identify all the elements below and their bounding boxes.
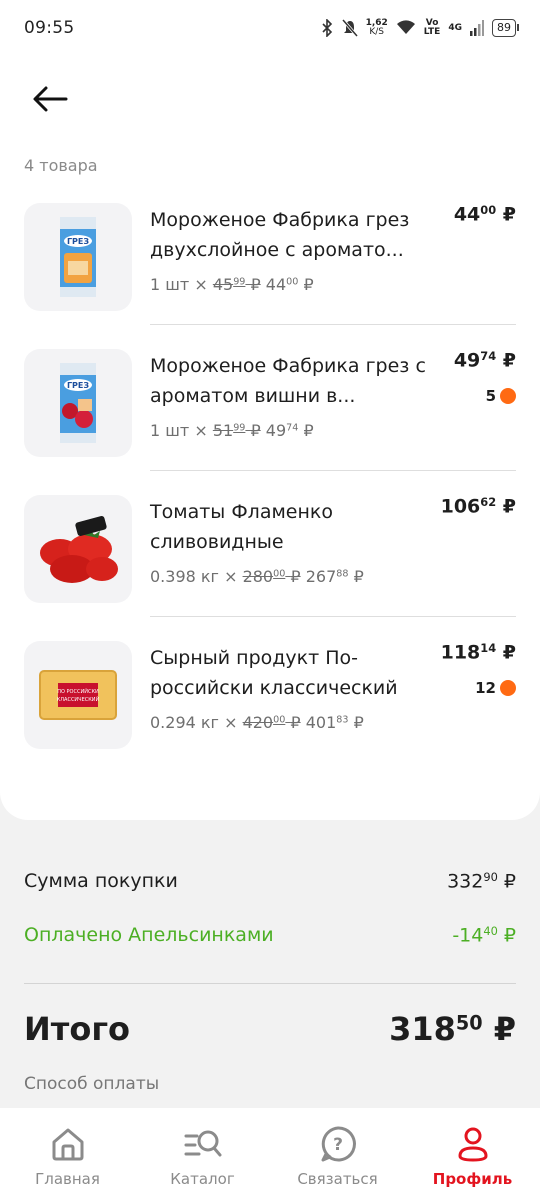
tab-profile[interactable]: Профиль xyxy=(405,1108,540,1200)
item-price: 11814 ₽ xyxy=(440,641,516,664)
order-card: 4 товара ГРЕЗ Мороженое Фабрика грез дву… xyxy=(0,56,540,820)
old-price: 4599 ₽ xyxy=(212,275,261,294)
help-icon: ? xyxy=(321,1126,356,1162)
old-price: 28000 ₽ xyxy=(242,567,301,586)
tab-catalog[interactable]: Каталог xyxy=(135,1108,270,1200)
status-icons: 1,62 K/S Vo LTE 4G 89 xyxy=(320,18,519,37)
item-quantity-line: 0.398 кг × 28000 ₽ 26788 ₽ xyxy=(150,567,364,586)
profile-icon xyxy=(457,1127,488,1162)
product-name: Томаты Фламенко сливовидные xyxy=(150,501,334,553)
bonus-badge: 5 xyxy=(486,387,516,405)
orange-bonus-icon xyxy=(500,680,516,696)
order-item[interactable]: ГРЕЗ Мороженое Фабрика грез двухслойное … xyxy=(24,203,516,349)
unit-price: 4400 ₽ xyxy=(265,275,314,294)
cheese-pack-icon: ПО РОССИЙСКИ КЛАССИЧЕСКИЙ xyxy=(39,670,117,720)
battery-icon: 89 xyxy=(492,19,519,37)
home-icon xyxy=(52,1128,83,1161)
tab-contact[interactable]: ? Связаться xyxy=(270,1108,405,1200)
bonus-badge: 12 xyxy=(475,679,516,697)
status-bar: 09:55 1,62 K/S Vo LTE 4G 89 xyxy=(0,0,540,56)
tab-home[interactable]: Главная xyxy=(0,1108,135,1200)
icecream-wrapper-icon: ГРЕЗ xyxy=(60,363,96,443)
old-price: 42000 ₽ xyxy=(242,713,301,732)
payment-method-label: Способ оплаты xyxy=(24,1074,160,1094)
total-label: Итого xyxy=(24,1010,131,1048)
orange-bonus-icon xyxy=(500,388,516,404)
icecream-wrapper-icon: ГРЕЗ xyxy=(60,217,96,297)
subtotal-row: Сумма покупки 33290 ₽ xyxy=(24,870,516,892)
subtotal-label: Сумма покупки xyxy=(24,870,178,892)
total-row: Итого 31850 ₽ xyxy=(24,1010,516,1048)
volte-indicator: Vo LTE xyxy=(423,18,441,37)
order-item[interactable]: ГРЕЗ Мороженое Фабрика грез с ароматом в… xyxy=(24,349,516,495)
tab-contact-label: Связаться xyxy=(297,1170,378,1188)
unit-price: 26788 ₽ xyxy=(305,567,364,586)
item-price: 10662 ₽ xyxy=(440,495,516,518)
item-quantity-line: 1 шт × 5199 ₽ 4974 ₽ xyxy=(150,421,314,440)
item-divider xyxy=(150,470,516,471)
tab-catalog-label: Каталог xyxy=(170,1170,235,1188)
back-arrow-icon[interactable] xyxy=(30,84,70,114)
svg-text:КЛАССИЧЕСКИЙ: КЛАССИЧЕСКИЙ xyxy=(57,696,100,703)
svg-text:ГРЕЗ: ГРЕЗ xyxy=(67,381,89,390)
svg-text:ГРЕЗ: ГРЕЗ xyxy=(67,237,89,246)
tab-profile-label: Профиль xyxy=(432,1170,513,1188)
unit-price: 40183 ₽ xyxy=(305,713,364,732)
item-quantity-line: 1 шт × 4599 ₽ 4400 ₽ xyxy=(150,275,314,294)
product-name: Мороженое Фабрика грез двухслойное с аро… xyxy=(150,209,410,261)
network-type: 4G xyxy=(448,22,462,33)
product-image-icecream-cherry: ГРЕЗ xyxy=(24,349,132,457)
paid-bonus-row: Оплачено Апельсинками -1440 ₽ xyxy=(24,924,516,946)
item-divider xyxy=(150,616,516,617)
catalog-search-icon xyxy=(184,1130,221,1157)
paid-bonus-value: -1440 ₽ xyxy=(452,924,516,947)
subtotal-value: 33290 ₽ xyxy=(447,870,516,893)
item-quantity-line: 0.294 кг × 42000 ₽ 40183 ₽ xyxy=(150,713,364,732)
network-speed: 1,62 K/S xyxy=(365,18,388,37)
item-price: 4400 ₽ xyxy=(453,203,516,226)
product-name: Сырный продукт По-российски классический xyxy=(150,647,398,699)
signal-icon xyxy=(470,20,484,36)
total-value: 31850 ₽ xyxy=(389,1010,516,1048)
summary-divider xyxy=(24,983,516,984)
product-name: Мороженое Фабрика грез с ароматом вишни … xyxy=(150,355,426,407)
product-image-cheese: ПО РОССИЙСКИ КЛАССИЧЕСКИЙ xyxy=(24,641,132,749)
svg-text:?: ? xyxy=(333,1135,343,1155)
svg-text:ПО РОССИЙСКИ: ПО РОССИЙСКИ xyxy=(57,688,99,695)
order-item[interactable]: ПО РОССИЙСКИ КЛАССИЧЕСКИЙ Сырный продукт… xyxy=(24,641,516,787)
bluetooth-icon xyxy=(322,19,332,37)
mute-icon xyxy=(341,19,358,37)
item-price: 4974 ₽ xyxy=(453,349,516,372)
tab-home-label: Главная xyxy=(35,1170,100,1188)
order-item[interactable]: Томаты Фламенко сливовидные 10662 ₽ 0.39… xyxy=(24,495,516,641)
wifi-icon xyxy=(396,20,415,34)
items-count: 4 товара xyxy=(24,156,98,175)
bottom-tab-bar: Главная Каталог ? Связаться Профиль xyxy=(0,1108,540,1200)
unit-price: 4974 ₽ xyxy=(265,421,314,440)
paid-bonus-label: Оплачено Апельсинками xyxy=(24,924,274,946)
item-divider xyxy=(150,324,516,325)
status-time: 09:55 xyxy=(24,18,75,38)
old-price: 5199 ₽ xyxy=(212,421,261,440)
tomatoes-icon xyxy=(40,516,118,583)
product-image-tomatoes xyxy=(24,495,132,603)
product-image-icecream: ГРЕЗ xyxy=(24,203,132,311)
